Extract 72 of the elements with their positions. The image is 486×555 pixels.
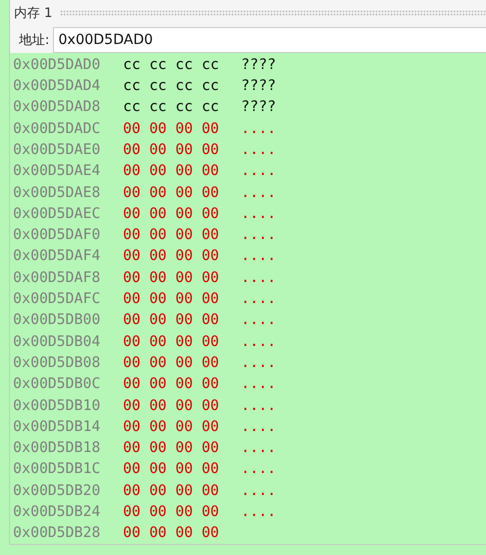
memory-ascii: .... [241,354,276,371]
memory-ascii: ???? [241,56,276,73]
memory-address: 0x00D5DB10 [13,398,102,414]
drag-grip[interactable] [60,10,486,16]
memory-address: 0x00D5DB1C [13,461,102,478]
memory-bytes: 00 00 00 00 [123,312,220,328]
memory-bytes: 00 00 00 00 [123,270,220,286]
memory-ascii: .... [241,334,276,350]
memory-address: 0x00D5DAF0 [13,227,102,244]
memory-bytes: 00 00 00 00 [123,206,220,222]
memory-ascii: .... [241,418,276,435]
memory-bytes: 00 00 00 00 [123,376,220,392]
address-field[interactable]: 0x00D5DAD0 [53,26,486,53]
memory-address: 0x00D5DAD0 [13,56,102,73]
memory-ascii: .... [241,248,276,264]
memory-address: 0x00D5DAD4 [13,78,102,94]
address-label: 地址: [19,32,50,49]
memory-bytes: 00 00 00 00 [123,354,220,371]
memory-bytes: 00 00 00 00 [123,504,220,520]
memory-ascii: .... [241,120,276,137]
memory-bytes: 00 00 00 00 [123,418,220,435]
memory-address: 0x00D5DAE0 [13,142,102,158]
memory-ascii: .... [241,482,276,499]
memory-bytes: cc cc cc cc [123,56,220,73]
memory-bytes: 00 00 00 00 [123,227,220,244]
memory-bytes: 00 00 00 00 [123,334,220,350]
memory-bytes: 00 00 00 00 [123,525,220,542]
memory-bytes: 00 00 00 00 [123,482,220,499]
memory-ascii: .... [241,461,276,478]
memory-bytes: 00 00 00 00 [123,163,220,180]
memory-bytes: 00 00 00 00 [123,184,220,201]
memory-ascii: ???? [241,99,276,116]
memory-ascii: .... [241,440,276,456]
memory-address: 0x00D5DAEC [13,206,102,222]
memory-address: 0x00D5DAE4 [13,163,102,180]
memory-address: 0x00D5DB14 [13,418,102,435]
memory-bytes: 00 00 00 00 [123,142,220,158]
memory-ascii: .... [241,142,276,158]
memory-ascii: .... [241,227,276,244]
memory-ascii: .... [241,206,276,222]
memory-address: 0x00D5DB20 [13,482,102,499]
memory-bytes: 00 00 00 00 [123,440,220,456]
memory-bytes: 00 00 00 00 [123,291,220,308]
memory-ascii: .... [241,504,276,520]
memory-address: 0x00D5DB0C [13,376,102,392]
memory-ascii: ???? [241,78,276,94]
memory-address: 0x00D5DB18 [13,440,102,456]
memory-address: 0x00D5DAD8 [13,99,102,116]
memory-address: 0x00D5DADC [13,120,102,137]
panel-title: 内存 1 [14,5,52,22]
memory-ascii: .... [241,291,276,308]
memory-address: 0x00D5DAFC [13,291,102,308]
memory-address: 0x00D5DB28 [13,525,102,542]
memory-address: 0x00D5DB24 [13,504,102,520]
memory-bytes: cc cc cc cc [123,99,220,116]
memory-bytes: 00 00 00 00 [123,248,220,264]
memory-bytes: 00 00 00 00 [123,120,220,137]
memory-bytes: 00 00 00 00 [123,398,220,414]
memory-address: 0x00D5DB04 [13,334,102,350]
memory-bytes: cc cc cc cc [123,78,220,94]
memory-ascii: .... [241,312,276,328]
memory-ascii: .... [241,270,276,286]
memory-ascii: .... [241,398,276,414]
memory-ascii: .... [241,376,276,392]
memory-ascii: .... [241,163,276,180]
memory-address: 0x00D5DB08 [13,354,102,371]
memory-address: 0x00D5DAF4 [13,248,102,264]
memory-address: 0x00D5DAE8 [13,184,102,201]
memory-address: 0x00D5DB00 [13,312,102,328]
memory-ascii: .... [241,184,276,201]
memory-bytes: 00 00 00 00 [123,461,220,478]
memory-address: 0x00D5DAF8 [13,270,102,286]
